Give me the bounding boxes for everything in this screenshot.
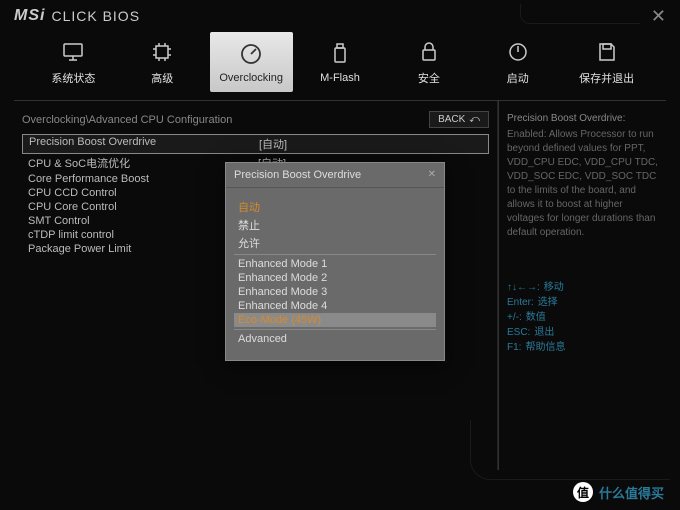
help-panel: Precision Boost Overdrive: Enabled: Allo…	[498, 101, 666, 470]
setting-value: [自动]	[259, 136, 287, 152]
nav-label: 保存并退出	[579, 70, 634, 86]
option-item[interactable]: 自动	[234, 198, 436, 216]
nav-label: M-Flash	[320, 72, 360, 84]
setting-label: Core Performance Boost	[28, 173, 258, 185]
modal-close-icon[interactable]: ✕	[428, 169, 436, 181]
nav-label: 安全	[418, 70, 440, 86]
close-icon[interactable]: ✕	[651, 6, 666, 27]
divider	[234, 254, 436, 255]
nav-advanced[interactable]: 高级	[121, 32, 204, 92]
nav-label: 系统状态	[51, 70, 95, 86]
nav-boot[interactable]: 启动	[476, 32, 559, 92]
option-item-selected[interactable]: Eco-Mode (45W)	[234, 313, 436, 327]
help-title: Precision Boost Overdrive:	[507, 113, 658, 124]
nav-overclocking[interactable]: Overclocking	[210, 32, 293, 92]
setting-label: Precision Boost Overdrive	[29, 136, 259, 152]
breadcrumb: Overclocking\Advanced CPU Configuration …	[22, 111, 489, 128]
modal-title: Precision Boost Overdrive	[234, 169, 361, 181]
setting-label: CPU CCD Control	[28, 187, 258, 199]
power-icon	[502, 38, 534, 66]
setting-label: cTDP limit control	[28, 229, 258, 241]
option-item[interactable]: Enhanced Mode 3	[234, 285, 436, 299]
option-modal: Precision Boost Overdrive ✕ 自动 禁止 允许 Enh…	[225, 162, 445, 361]
flash-drive-icon	[324, 40, 356, 68]
option-item[interactable]: Advanced	[234, 332, 436, 346]
top-nav: 系统状态 高级 Overclocking M-Flash 安全 启动 保存并退出	[0, 26, 680, 92]
watermark: 值 什么值得买	[573, 482, 664, 502]
save-icon	[591, 38, 623, 66]
setting-label: CPU & SoC电流优化	[28, 155, 258, 171]
nav-security[interactable]: 安全	[387, 32, 470, 92]
option-item[interactable]: Enhanced Mode 4	[234, 299, 436, 313]
lock-icon	[413, 38, 445, 66]
help-text: Enabled: Allows Processor to run beyond …	[507, 128, 658, 240]
chip-icon	[146, 38, 178, 66]
back-arrow-icon: ⤺	[469, 114, 480, 125]
nav-save-exit[interactable]: 保存并退出	[565, 32, 648, 92]
option-item[interactable]: 允许	[234, 234, 436, 252]
divider	[234, 329, 436, 330]
setting-label: SMT Control	[28, 215, 258, 227]
brand-product: CLICK BIOS	[51, 8, 140, 24]
option-item[interactable]: Enhanced Mode 1	[234, 257, 436, 271]
nav-label: Overclocking	[219, 72, 283, 84]
watermark-badge-icon: 值	[573, 482, 593, 502]
nav-label: 高级	[151, 70, 173, 86]
setting-label: Package Power Limit	[28, 243, 258, 255]
back-button[interactable]: BACK ⤺	[429, 111, 489, 128]
brand-msi: MSi	[14, 7, 45, 25]
monitor-icon	[57, 38, 89, 66]
setting-label: CPU Core Control	[28, 201, 258, 213]
watermark-text: 什么值得买	[599, 483, 664, 502]
key-hints: ↑↓←→:移动 Enter:选择 +/-:数值 ESC:退出 F1:帮助信息	[507, 280, 658, 355]
option-item[interactable]: Enhanced Mode 2	[234, 271, 436, 285]
option-item[interactable]: 禁止	[234, 216, 436, 234]
nav-system-status[interactable]: 系统状态	[32, 32, 115, 92]
nav-mflash[interactable]: M-Flash	[299, 32, 382, 92]
brand-logo: MSi CLICK BIOS	[14, 7, 140, 25]
modal-title-bar: Precision Boost Overdrive ✕	[226, 163, 444, 188]
nav-label: 启动	[507, 70, 529, 86]
gauge-icon	[235, 40, 267, 68]
setting-row[interactable]: Precision Boost Overdrive [自动]	[22, 134, 489, 154]
